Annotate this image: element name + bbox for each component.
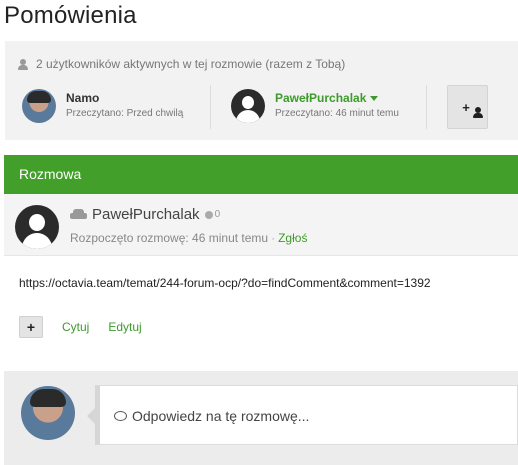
post-header: PawełPurchalak 0 Rozpoczęto rozmowę: 46 … — [4, 194, 518, 256]
participant-pawelpurchalak[interactable]: PawełPurchalak Przeczytano: 46 minut tem… — [231, 89, 399, 123]
add-participant-button[interactable]: + — [447, 85, 488, 129]
author-name[interactable]: PawełPurchalak — [92, 206, 200, 223]
post-meta: Rozpoczęto rozmowę: 46 minut temu · Zgłoś — [70, 231, 307, 245]
participant-read-status: Przeczytano: 46 minut temu — [275, 108, 399, 119]
active-users-text: 2 użytkowników aktywnych w tej rozmowie … — [36, 57, 346, 71]
participant-name[interactable]: Namo — [66, 91, 183, 105]
active-users-line: 2 użytkowników aktywnych w tej rozmowie … — [18, 57, 345, 71]
current-user-avatar — [21, 386, 75, 440]
reply-input[interactable]: Odpowiedz na tę rozmowę... — [87, 385, 518, 445]
post-actions: + Cytuj Edytuj — [19, 316, 142, 338]
reply-placeholder: Odpowiedz na tę rozmowę... — [132, 408, 310, 424]
car-icon — [70, 209, 87, 220]
post-content[interactable]: https://octavia.team/temat/244-forum-ocp… — [19, 276, 431, 290]
participants-panel: 2 użytkowników aktywnych w tej rozmowie … — [5, 41, 518, 140]
author-avatar[interactable] — [15, 205, 59, 249]
participant-name[interactable]: PawełPurchalak — [275, 91, 399, 105]
multiquote-button[interactable]: + — [19, 316, 43, 338]
divider — [426, 85, 427, 129]
divider — [210, 85, 211, 129]
reputation-count: 0 — [214, 209, 221, 220]
participant-namo[interactable]: Namo Przeczytano: Przed chwilą — [22, 89, 183, 123]
user-icon — [18, 58, 28, 70]
chevron-down-icon[interactable] — [370, 96, 379, 102]
avatar[interactable] — [231, 89, 265, 123]
speech-bubble-icon — [114, 411, 127, 421]
meta-separator: · — [271, 231, 276, 245]
reply-area: Odpowiedz na tę rozmowę... — [4, 371, 518, 465]
section-title-bar: Rozmowa — [4, 155, 518, 194]
edit-link[interactable]: Edytuj — [108, 320, 141, 334]
report-link[interactable]: Zgłoś — [278, 231, 307, 245]
quote-link[interactable]: Cytuj — [62, 320, 89, 334]
status-dot-icon — [204, 210, 213, 219]
avatar[interactable] — [22, 89, 56, 123]
participant-read-status: Przeczytano: Przed chwilą — [66, 108, 184, 119]
page-title: Pomówienia — [4, 2, 137, 29]
post-started: Rozpoczęto rozmowę: 46 minut temu — [70, 231, 269, 245]
